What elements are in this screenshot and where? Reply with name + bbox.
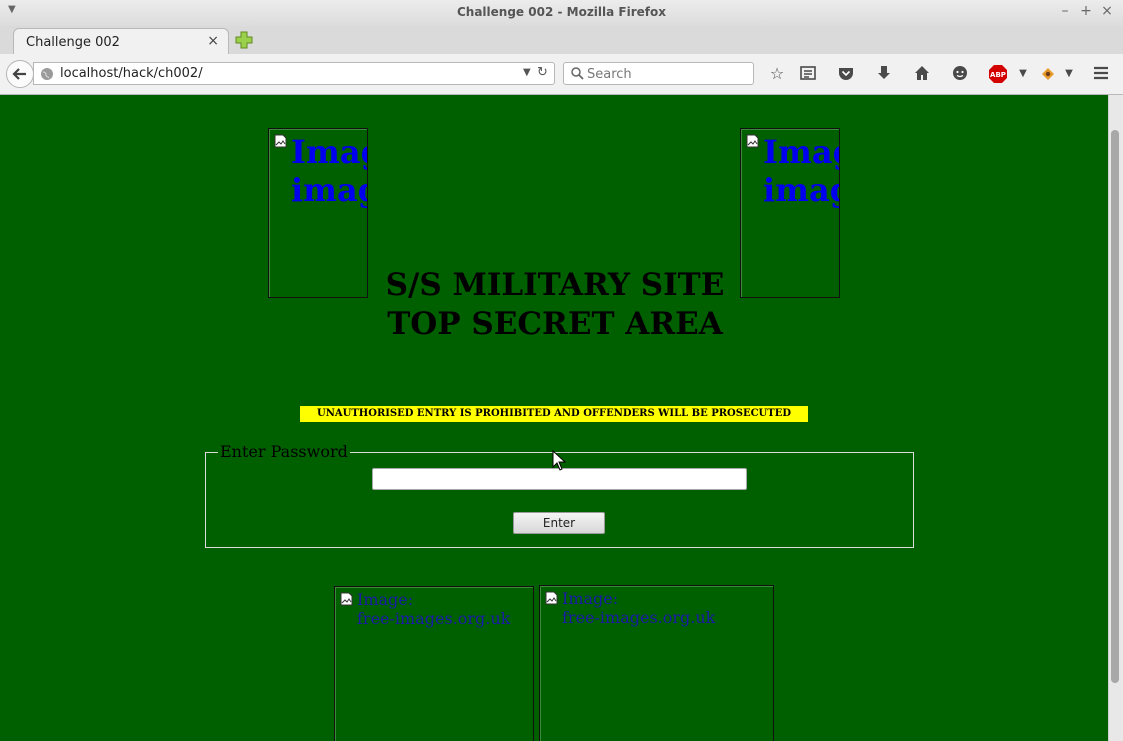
pocket-icon[interactable] — [836, 64, 856, 84]
image-alt-line1: Image: — [357, 590, 414, 609]
adblock-dropdown-icon[interactable]: ▼ — [1013, 64, 1033, 84]
image-alt-text: Image: free-images.org.uk — [562, 589, 715, 627]
image-alt-text: Image: free-images.org.uk — [291, 133, 367, 209]
close-window-button[interactable]: × — [1099, 3, 1115, 19]
new-tab-icon[interactable] — [234, 30, 254, 50]
extension-dropdown-icon[interactable]: ▼ — [1059, 64, 1079, 84]
window-titlebar: ▼ Challenge 002 - Mozilla Firefox – + × — [0, 0, 1123, 27]
broken-image-icon — [545, 591, 558, 605]
broken-image-icon — [274, 134, 287, 148]
heading-top-secret: TOP SECRET AREA — [387, 306, 723, 342]
tab-strip: Challenge 002 × — [0, 26, 1123, 56]
image-alt-line2: free-images.org.uk — [562, 608, 716, 627]
broken-image-icon — [746, 134, 759, 148]
image-alt-text: Image: free-images.org.uk — [357, 590, 510, 628]
download-icon[interactable] — [874, 64, 894, 84]
reload-icon[interactable]: ↻ — [537, 65, 548, 80]
url-history-dropdown-icon[interactable]: ▼ — [523, 67, 531, 78]
broken-image-bottom-right: Image: free-images.org.uk — [539, 585, 774, 741]
adblock-label: ABP — [990, 71, 1006, 79]
warning-banner: UNAUTHORISED ENTRY IS PROHIBITED AND OFF… — [300, 406, 808, 422]
search-icon — [571, 67, 584, 80]
tab-label: Challenge 002 — [26, 35, 120, 50]
reading-list-icon[interactable] — [798, 64, 818, 84]
extension-icon[interactable] — [1038, 64, 1058, 84]
broken-image-icon — [340, 592, 353, 606]
image-alt-text: Image: free-images.org.uk — [763, 133, 839, 209]
back-arrow-icon — [12, 68, 26, 80]
chat-icon[interactable] — [950, 64, 970, 84]
search-placeholder: Search — [587, 67, 632, 82]
hamburger-menu-icon[interactable] — [1091, 64, 1111, 84]
bookmark-star-icon[interactable]: ☆ — [767, 64, 787, 84]
home-icon[interactable] — [912, 64, 932, 84]
password-legend: Enter Password — [218, 442, 350, 461]
heading-military-site: S/S MILITARY SITE — [385, 267, 725, 303]
broken-image-bottom-left: Image: free-images.org.uk — [334, 586, 534, 741]
search-box[interactable]: Search — [563, 62, 754, 85]
globe-icon — [41, 68, 53, 80]
tab-challenge-002[interactable]: Challenge 002 × — [13, 28, 229, 56]
mouse-cursor-icon — [552, 450, 566, 471]
enter-button[interactable]: Enter — [513, 512, 605, 534]
url-bar[interactable]: localhost/hack/ch002/ ▼ ↻ — [33, 62, 555, 85]
window-title: Challenge 002 - Mozilla Firefox — [456, 5, 666, 19]
scrollbar-thumb[interactable] — [1111, 130, 1119, 683]
url-text[interactable]: localhost/hack/ch002/ — [60, 66, 203, 81]
image-alt-line1: Image: — [562, 589, 619, 608]
minimize-button[interactable]: – — [1057, 3, 1073, 19]
tab-close-icon[interactable]: × — [207, 33, 219, 49]
back-button[interactable] — [6, 60, 34, 88]
image-alt-line2: free-images.org.uk — [357, 609, 511, 628]
maximize-button[interactable]: + — [1078, 3, 1094, 19]
adblock-icon[interactable]: ABP — [988, 64, 1008, 84]
